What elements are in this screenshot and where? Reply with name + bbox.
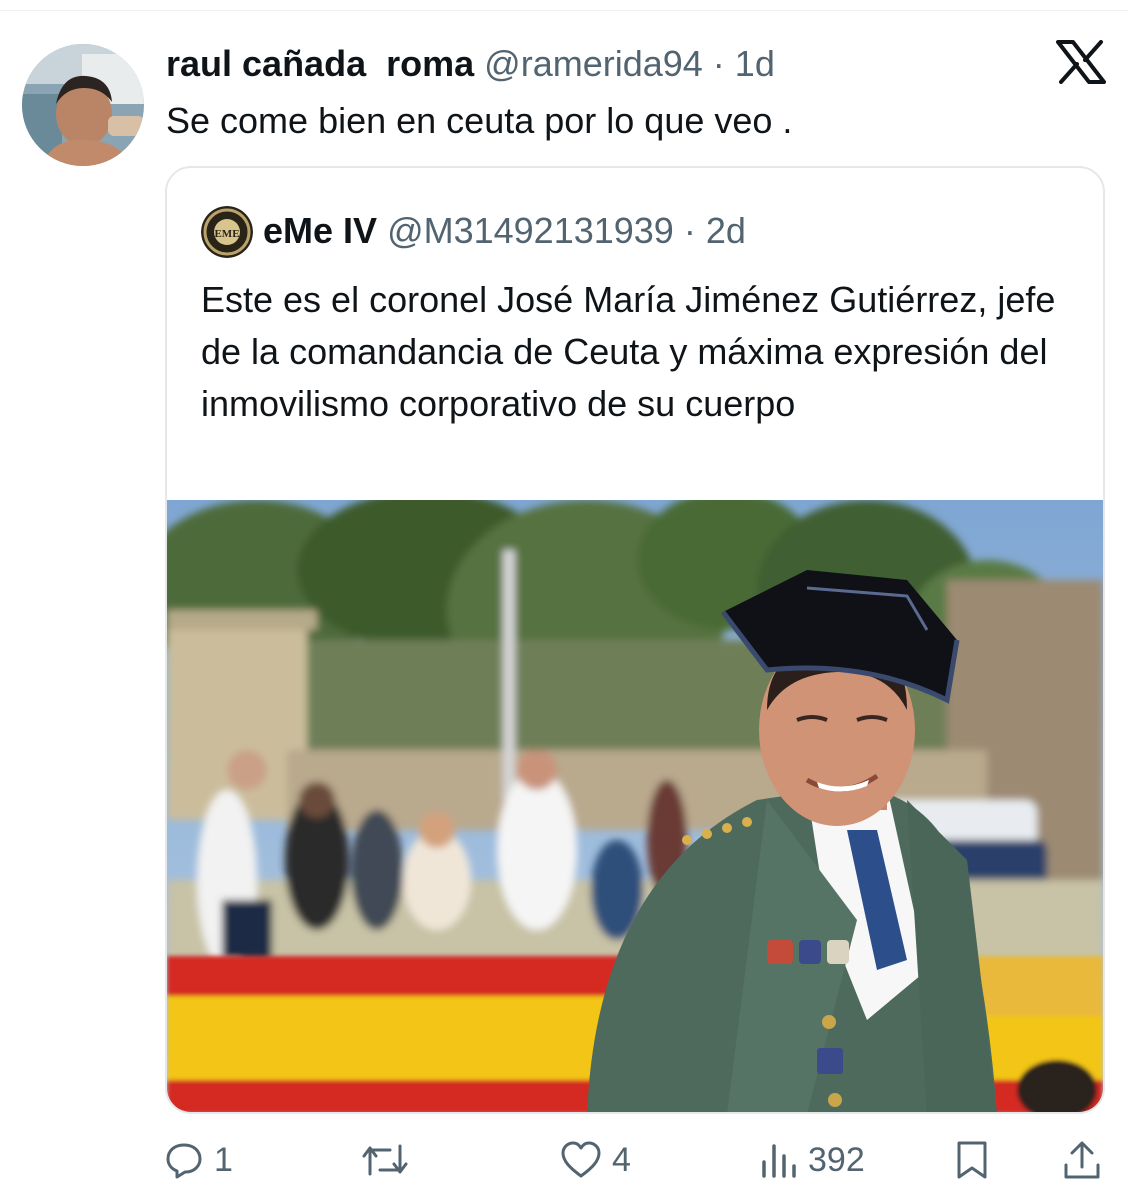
reply-icon xyxy=(164,1140,204,1180)
author-handle[interactable]: @ramerida94 xyxy=(484,43,703,84)
share-button[interactable] xyxy=(1062,1132,1102,1188)
quoted-tweet-time[interactable]: 2d xyxy=(706,210,746,251)
top-divider xyxy=(0,10,1128,11)
views-count: 392 xyxy=(808,1140,865,1179)
quoted-tweet-header: eMe IV @M31492131939 · 2d xyxy=(263,208,746,254)
quoted-tweet-photo[interactable] xyxy=(167,500,1103,1112)
like-button[interactable]: 4 xyxy=(560,1132,631,1188)
quoted-author-handle[interactable]: @M31492131939 xyxy=(387,210,674,251)
quoted-author-name[interactable]: eMe IV xyxy=(263,210,377,251)
author-name[interactable]: raul cañada roma xyxy=(166,43,474,84)
retweet-icon xyxy=(360,1140,410,1180)
bookmark-icon xyxy=(954,1139,990,1181)
views-icon xyxy=(760,1140,798,1180)
views-button[interactable]: 392 xyxy=(760,1132,865,1188)
header-separator: · xyxy=(702,43,735,84)
tweet-time[interactable]: 1d xyxy=(735,43,775,84)
share-icon xyxy=(1062,1139,1102,1181)
like-count: 4 xyxy=(612,1140,631,1179)
tweet-text: Se come bien en ceuta por lo que veo . xyxy=(166,100,793,141)
quoted-author-avatar[interactable]: EME xyxy=(201,206,253,258)
tweet-header: raul cañada roma @ramerida94 · 1d xyxy=(166,42,775,86)
x-logo-icon[interactable] xyxy=(1056,40,1106,84)
retweet-button[interactable] xyxy=(360,1132,420,1188)
author-avatar[interactable] xyxy=(22,44,144,166)
quoted-tweet-card[interactable]: EME eMe IV @M31492131939 · 2d Este es el… xyxy=(165,166,1105,1114)
tweet-actions: 1 4 392 xyxy=(0,1132,1128,1192)
reply-count: 1 xyxy=(214,1140,233,1179)
reply-button[interactable]: 1 xyxy=(164,1132,233,1188)
bookmark-button[interactable] xyxy=(954,1132,990,1188)
like-icon xyxy=(560,1140,602,1180)
quoted-avatar-text: EME xyxy=(214,228,239,240)
quoted-tweet-text: Este es el coronel José María Jiménez Gu… xyxy=(201,279,1056,424)
quoted-header-separator: · xyxy=(673,210,706,251)
